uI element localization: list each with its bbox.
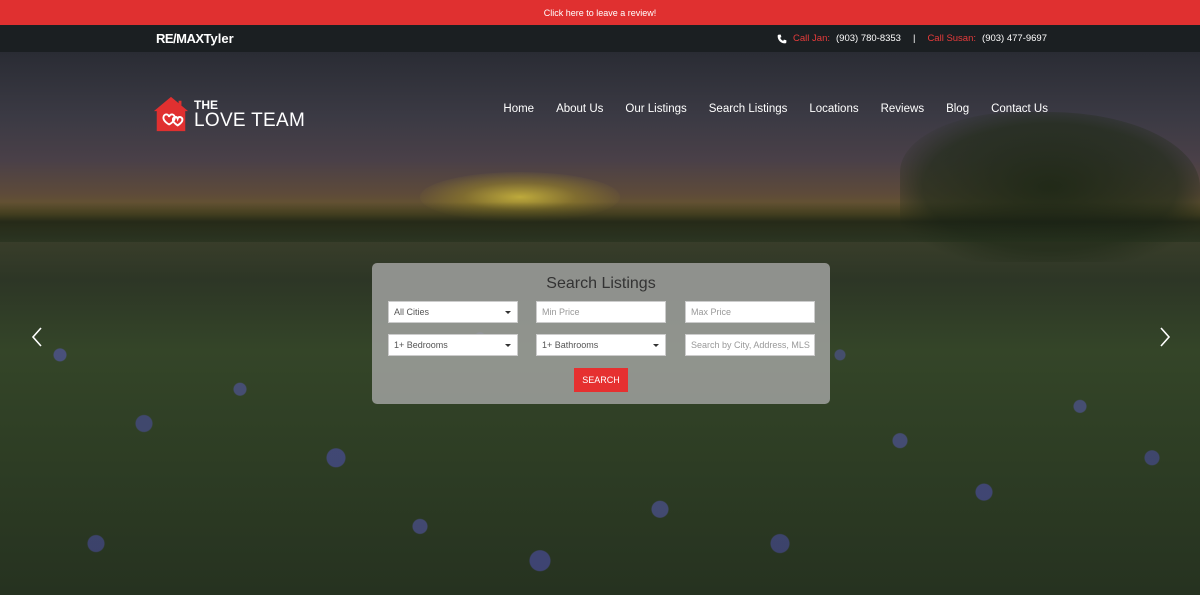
nav-item-our-listings[interactable]: Our Listings	[625, 103, 686, 115]
bedrooms-select-value: 1+ Bedrooms	[394, 340, 448, 350]
brand-name: LOVE TEAM	[194, 109, 306, 131]
contact-separator: |	[912, 33, 916, 44]
search-title: Search Listings	[546, 275, 656, 292]
main-nav: Home About Us Our Listings Search Listin…	[503, 103, 1048, 115]
bathrooms-select[interactable]: 1+ Bathrooms	[536, 334, 666, 356]
phone-icon	[777, 34, 787, 43]
love-team-logo[interactable]: THE LOVE TEAM	[152, 94, 305, 134]
min-price-field[interactable]: Min Price	[536, 301, 666, 323]
house-logo-icon	[153, 96, 189, 132]
call-jan-phone[interactable]: (903) 780-8353	[836, 33, 901, 44]
contact-phones: Call Jan: (903) 780-8353 | Call Susan: (…	[777, 33, 1047, 44]
max-price-field[interactable]: Max Price	[685, 301, 815, 323]
search-button[interactable]: SEARCH	[574, 368, 628, 392]
keyword-search-field[interactable]: Search by City, Address, MLS	[685, 334, 815, 356]
remax-tyler-logo[interactable]: RE/MAXTyler	[156, 31, 234, 46]
chevron-left-icon[interactable]	[30, 326, 44, 348]
nav-item-locations[interactable]: Locations	[809, 103, 858, 115]
max-price-placeholder: Max Price	[691, 307, 732, 317]
keyword-search-placeholder: Search by City, Address, MLS	[691, 340, 810, 350]
hero-banner: THE LOVE TEAM Home About Us Our Listings…	[0, 52, 1200, 595]
min-price-placeholder: Min Price	[542, 307, 580, 317]
hero-treeline	[0, 202, 1200, 242]
top-bar: RE/MAXTyler Call Jan: (903) 780-8353 | C…	[0, 25, 1200, 52]
bedrooms-select[interactable]: 1+ Bedrooms	[388, 334, 518, 356]
call-susan-label: Call Susan:	[927, 33, 977, 44]
nav-item-contact-us[interactable]: Contact Us	[991, 103, 1048, 115]
review-banner-link[interactable]: Click here to leave a review!	[0, 0, 1200, 25]
remax-city-text: Tyler	[203, 31, 234, 46]
call-susan-phone[interactable]: (903) 477-9697	[982, 33, 1047, 44]
nav-item-reviews[interactable]: Reviews	[881, 103, 924, 115]
caret-down-icon	[505, 344, 511, 347]
bathrooms-select-value: 1+ Bathrooms	[542, 340, 599, 350]
nav-item-home[interactable]: Home	[503, 103, 534, 115]
nav-item-search-listings[interactable]: Search Listings	[709, 103, 788, 115]
call-jan-label: Call Jan:	[793, 33, 830, 44]
review-banner-text: Click here to leave a review!	[543, 7, 657, 18]
nav-item-blog[interactable]: Blog	[946, 103, 969, 115]
city-select-value: All Cities	[394, 307, 430, 317]
brand-the: THE	[194, 97, 218, 112]
chevron-right-icon[interactable]	[1158, 326, 1172, 348]
caret-down-icon	[653, 344, 659, 347]
caret-down-icon	[505, 311, 511, 314]
search-listings-panel: Search Listings All Cities Min Price Max…	[372, 263, 830, 404]
city-select[interactable]: All Cities	[388, 301, 518, 323]
nav-item-about-us[interactable]: About Us	[556, 103, 603, 115]
search-button-label: SEARCH	[582, 375, 620, 385]
remax-logo-text: RE/MAX	[156, 31, 204, 46]
